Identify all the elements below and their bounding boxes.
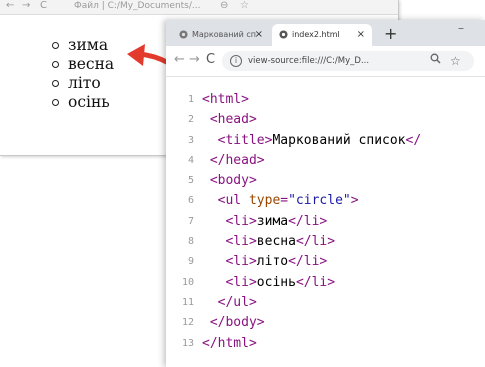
list-item: весна bbox=[52, 55, 114, 74]
new-tab-button[interactable]: + bbox=[384, 24, 397, 44]
source-line: 1 <html> bbox=[166, 90, 485, 110]
star-icon[interactable]: ☆ bbox=[240, 0, 249, 12]
source-text: <title>Маркований список</ bbox=[217, 132, 422, 148]
chrome-icon bbox=[179, 30, 188, 39]
zoom-icon[interactable] bbox=[430, 53, 441, 69]
reload-icon[interactable]: C bbox=[40, 0, 47, 12]
url-text[interactable]: view-source:file:///C:/My_D... bbox=[248, 51, 369, 71]
source-text: </ul> bbox=[217, 294, 257, 310]
line-number: 13 bbox=[181, 337, 194, 349]
list-item-text: весна bbox=[68, 55, 115, 73]
chrome-icon bbox=[279, 30, 288, 39]
line-number: 3 bbox=[187, 134, 194, 146]
source-code: 1 <html> 2 <head> 3 <title>Маркований списо… bbox=[166, 90, 485, 354]
address-bar: ← → C i view-source:file:///C:/My_D... ☆ bbox=[166, 46, 485, 77]
line-number: 9 bbox=[187, 256, 194, 268]
line-number: 1 bbox=[187, 94, 194, 105]
circle-bullet-icon bbox=[52, 99, 59, 106]
source-line: 2 <head> bbox=[166, 110, 485, 130]
tab-title: index2.html bbox=[292, 30, 340, 39]
forward-icon[interactable]: → bbox=[189, 52, 200, 68]
list-item-text: літо bbox=[68, 74, 101, 92]
list-item: зима bbox=[52, 36, 114, 55]
line-number: 11 bbox=[181, 296, 194, 308]
line-number: 7 bbox=[187, 215, 194, 227]
close-tab-icon[interactable]: × bbox=[357, 24, 365, 46]
source-text: <li>осінь</li> bbox=[225, 274, 336, 290]
bookmark-star-icon[interactable]: ☆ bbox=[450, 52, 461, 70]
rendered-page-url[interactable]: Файл | C:/My_Documents/... bbox=[74, 1, 201, 12]
source-text: <head> bbox=[209, 112, 257, 128]
line-number: 8 bbox=[187, 236, 194, 248]
line-number: 10 bbox=[181, 276, 194, 288]
circle-bullet-icon bbox=[52, 42, 59, 49]
tab-rendered-page[interactable]: Маркований сп × bbox=[172, 24, 270, 46]
reload-icon[interactable]: C bbox=[206, 52, 215, 68]
tab-view-source[interactable]: index2.html × bbox=[272, 24, 372, 46]
back-icon[interactable]: ← bbox=[6, 0, 14, 12]
source-text: <li>весна</li> bbox=[225, 234, 336, 250]
line-number: 5 bbox=[187, 175, 194, 187]
source-text: <li>зима</li> bbox=[225, 213, 328, 229]
line-number: 12 bbox=[181, 317, 194, 329]
source-line: 11 </ul> bbox=[166, 293, 485, 313]
minimize-button[interactable]: – bbox=[458, 22, 464, 34]
source-line: 10 <li>осінь</li> bbox=[166, 273, 485, 293]
source-line: 5 <body> bbox=[166, 171, 485, 191]
source-line: 9 <li>літо</li> bbox=[166, 252, 485, 272]
source-text: </head> bbox=[209, 152, 265, 168]
source-line: 4 </head> bbox=[166, 151, 485, 171]
circle-list: зима весна літо осінь bbox=[52, 36, 114, 112]
list-item-text: осінь bbox=[68, 93, 110, 111]
line-number: 2 bbox=[187, 114, 194, 126]
source-line: 3 <title>Маркований список</ bbox=[166, 131, 485, 151]
source-line: 8 <li>весна</li> bbox=[166, 232, 485, 252]
tab-title: Маркований сп bbox=[192, 30, 257, 39]
circle-bullet-icon bbox=[52, 80, 59, 87]
list-item: осінь bbox=[52, 93, 114, 112]
source-line: 12 </body> bbox=[166, 313, 485, 333]
source-text: </html> bbox=[202, 335, 257, 351]
source-line: 6 <ul type="circle"> bbox=[166, 191, 485, 211]
list-item-text: зима bbox=[68, 36, 109, 54]
source-text: <html> bbox=[202, 92, 249, 107]
source-text: <li>літо</li> bbox=[225, 254, 328, 270]
list-item: літо bbox=[52, 74, 114, 93]
line-number: 6 bbox=[187, 195, 194, 207]
view-source-window: Маркований сп × index2.html × + – ← → C … bbox=[166, 20, 485, 367]
source-text: </body> bbox=[209, 315, 265, 331]
forward-icon[interactable]: → bbox=[22, 0, 30, 12]
url-field[interactable]: i view-source:file:///C:/My_D... ☆ bbox=[222, 51, 474, 71]
tab-bar: Маркований сп × index2.html × + – bbox=[166, 20, 485, 46]
close-tab-icon[interactable]: × bbox=[255, 24, 263, 46]
rendered-page-toolbar: ← → C Файл | C:/My_Documents/... ⊖ ☆ bbox=[0, 0, 398, 15]
source-line: 13 </html> bbox=[166, 334, 485, 354]
circle-bullet-icon bbox=[52, 61, 59, 68]
source-text: <ul type="circle"> bbox=[217, 193, 359, 209]
zoom-icon[interactable]: ⊖ bbox=[220, 0, 228, 12]
back-icon[interactable]: ← bbox=[174, 52, 185, 68]
line-number: 4 bbox=[187, 154, 194, 166]
info-icon[interactable]: i bbox=[230, 55, 242, 67]
source-text: <body> bbox=[209, 173, 257, 189]
source-line: 7 <li>зима</li> bbox=[166, 212, 485, 232]
